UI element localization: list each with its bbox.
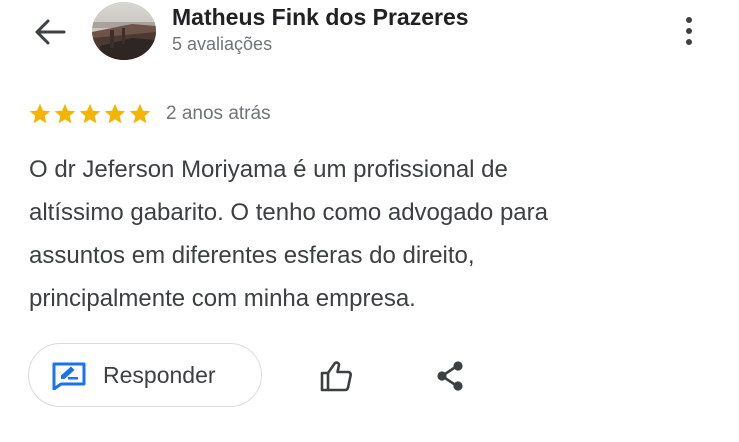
star-icon	[104, 103, 126, 124]
avatar[interactable]	[92, 2, 156, 60]
more-vert-icon-dot	[686, 39, 692, 45]
star-icon	[129, 103, 151, 124]
more-vert-icon-dot	[686, 28, 692, 34]
star-icon	[29, 103, 51, 124]
like-button[interactable]	[316, 356, 356, 396]
star-rating	[28, 102, 152, 126]
arrow-back-icon	[35, 19, 66, 45]
review-date: 2 anos atrás	[166, 103, 271, 124]
thumb-up-icon	[320, 361, 352, 392]
avatar-photo	[92, 2, 156, 60]
review-page: Matheus Fink dos Prazeres 5 avaliações 2…	[0, 0, 739, 442]
reply-edit-icon	[51, 360, 87, 390]
star-icon	[54, 103, 76, 124]
share-button[interactable]	[430, 356, 470, 396]
review-text: O dr Jeferson Moriyama é um profissional…	[29, 156, 548, 312]
more-vert-icon	[686, 17, 692, 23]
author-review-count: 5 avaliações	[172, 34, 273, 54]
reply-button[interactable]: Responder	[28, 343, 262, 407]
reply-label: Responder	[103, 361, 216, 388]
more-options-button[interactable]	[672, 10, 706, 52]
back-button[interactable]	[30, 14, 70, 50]
star-icon	[79, 103, 101, 124]
author-name[interactable]: Matheus Fink dos Prazeres	[172, 4, 469, 31]
rating-row: 2 anos atrás	[28, 100, 271, 128]
share-icon	[437, 361, 463, 391]
